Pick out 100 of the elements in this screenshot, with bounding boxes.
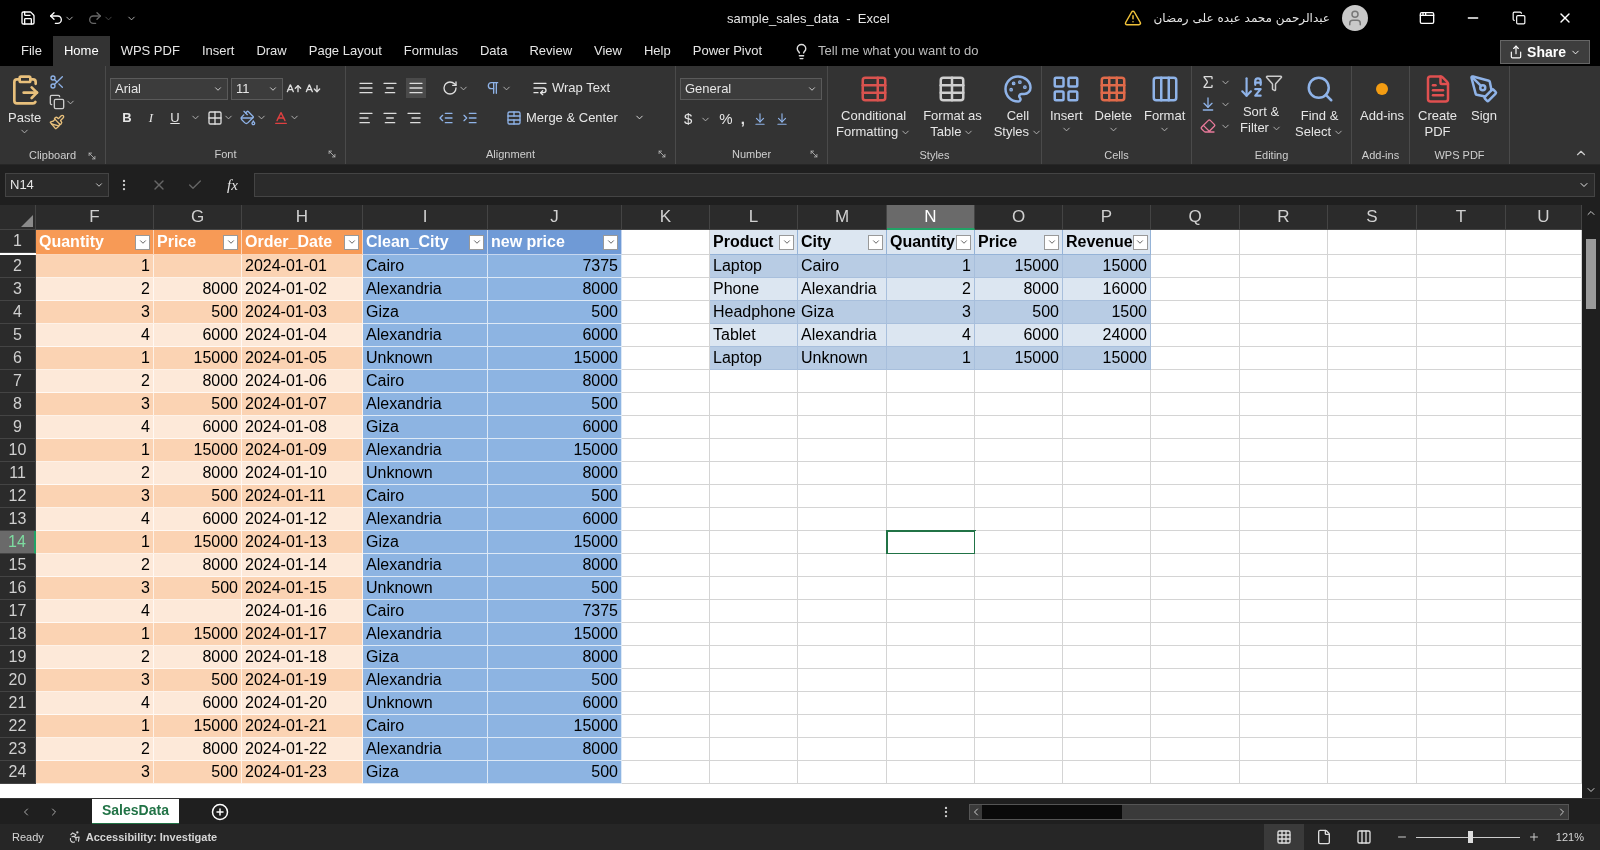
- restore-icon[interactable]: [1512, 11, 1526, 25]
- conditional-formatting-button[interactable]: Conditional Formatting: [832, 70, 916, 146]
- column-header[interactable]: J: [488, 205, 622, 230]
- eraser-icon[interactable]: [1200, 118, 1216, 134]
- row-header[interactable]: 1: [0, 230, 36, 253]
- undo-icon[interactable]: [48, 10, 64, 26]
- column-header[interactable]: O: [975, 205, 1063, 230]
- menu-tab[interactable]: Data: [468, 36, 519, 66]
- row-header[interactable]: 4: [0, 301, 36, 324]
- font-size-dropdown[interactable]: 11: [231, 78, 283, 100]
- row-header[interactable]: 18: [0, 623, 36, 646]
- sort-filter-button[interactable]: Sort & Filter: [1235, 70, 1287, 146]
- top-align-icon[interactable]: [358, 80, 374, 96]
- selected-cell[interactable]: [887, 531, 975, 554]
- column-header[interactable]: F: [36, 205, 154, 230]
- font-name-dropdown[interactable]: Arial: [110, 78, 228, 100]
- column-header[interactable]: S: [1328, 205, 1417, 230]
- column-header[interactable]: K: [622, 205, 710, 230]
- column-header[interactable]: N: [887, 205, 975, 230]
- add-ins-button[interactable]: Add-ins: [1356, 70, 1409, 146]
- menu-tab[interactable]: Draw: [245, 36, 298, 66]
- font-color-icon[interactable]: [273, 109, 289, 126]
- bottom-align-icon[interactable]: [408, 80, 424, 96]
- column-header[interactable]: T: [1417, 205, 1506, 230]
- format-button[interactable]: Format: [1140, 70, 1190, 146]
- normal-view-icon[interactable]: [1275, 829, 1292, 845]
- row-header[interactable]: 20: [0, 669, 36, 692]
- row-header[interactable]: 9: [0, 416, 36, 439]
- percent-button[interactable]: %: [719, 108, 733, 131]
- row-header[interactable]: 7: [0, 370, 36, 393]
- fill-icon[interactable]: [1200, 96, 1216, 112]
- zoom-in-icon[interactable]: [1527, 831, 1540, 843]
- pilcrow-icon[interactable]: [485, 80, 501, 96]
- row-header[interactable]: 12: [0, 485, 36, 508]
- column-header[interactable]: P: [1063, 205, 1151, 230]
- create-pdf-button[interactable]: Create PDF: [1414, 70, 1462, 146]
- save-icon[interactable]: [20, 10, 36, 26]
- column-header[interactable]: R: [1240, 205, 1328, 230]
- name-box[interactable]: N14: [5, 173, 109, 197]
- row-header[interactable]: 10: [0, 439, 36, 462]
- copy-icon[interactable]: [49, 94, 66, 110]
- avatar-icon[interactable]: [1342, 5, 1368, 31]
- fill-color-icon[interactable]: [240, 109, 256, 126]
- italic-button[interactable]: I: [142, 108, 160, 128]
- cut-icon[interactable]: [49, 74, 66, 90]
- formula-field[interactable]: [253, 173, 1595, 197]
- filter-dropdown[interactable]: [956, 234, 971, 250]
- row-header[interactable]: 19: [0, 646, 36, 669]
- format-as-table-button[interactable]: Format as Table: [919, 70, 986, 146]
- add-sheet-icon[interactable]: [210, 802, 229, 821]
- filter-dropdown[interactable]: [1132, 234, 1148, 250]
- column-header[interactable]: H: [242, 205, 363, 230]
- row-header[interactable]: 2: [0, 255, 36, 278]
- wrap-text-button[interactable]: Wrap Text: [532, 78, 611, 98]
- row-header[interactable]: 5: [0, 324, 36, 347]
- filter-dropdown[interactable]: [344, 234, 359, 250]
- filter-dropdown[interactable]: [223, 234, 238, 250]
- dialog-launcher-icon[interactable]: [809, 149, 819, 159]
- middle-align-icon[interactable]: [382, 80, 398, 96]
- merge-center-button[interactable]: Merge & Center: [506, 108, 645, 128]
- menu-tab[interactable]: Power Pivot: [681, 36, 774, 66]
- dialog-launcher-icon[interactable]: [327, 149, 337, 159]
- horizontal-scrollbar[interactable]: [968, 803, 1569, 820]
- format-painter-icon[interactable]: [49, 114, 66, 130]
- menu-tab[interactable]: Help: [633, 36, 682, 66]
- filter-dropdown[interactable]: [603, 234, 618, 250]
- dialog-launcher-icon[interactable]: [657, 149, 667, 159]
- column-header[interactable]: Q: [1151, 205, 1240, 230]
- number-format-dropdown[interactable]: General: [680, 78, 822, 100]
- row-header[interactable]: 15: [0, 554, 36, 577]
- menu-tab[interactable]: Formulas: [392, 36, 469, 66]
- sheet-tab[interactable]: SalesData: [92, 798, 179, 825]
- currency-button[interactable]: $: [684, 108, 693, 131]
- row-header[interactable]: 22: [0, 715, 36, 738]
- row-header[interactable]: 17: [0, 600, 36, 623]
- column-header[interactable]: G: [154, 205, 242, 230]
- scroll-thumb[interactable]: [981, 804, 1122, 819]
- page-layout-icon[interactable]: [1315, 829, 1332, 845]
- dialog-launcher-icon[interactable]: [87, 151, 97, 161]
- cell-styles-button[interactable]: Cell Styles: [989, 70, 1047, 146]
- column-header[interactable]: U: [1506, 205, 1582, 230]
- page-break-icon[interactable]: [1355, 829, 1372, 845]
- comma-button[interactable]: ,: [740, 108, 745, 131]
- row-header[interactable]: 8: [0, 393, 36, 416]
- paste-button[interactable]: Paste: [4, 70, 46, 146]
- menu-tab[interactable]: Home: [52, 36, 110, 66]
- ribbon-display-icon[interactable]: [1419, 10, 1435, 26]
- row-header[interactable]: 11: [0, 462, 36, 485]
- sign-button[interactable]: Sign: [1465, 70, 1504, 146]
- find-select-button[interactable]: Find & Select: [1291, 70, 1349, 146]
- filter-dropdown[interactable]: [469, 234, 484, 250]
- row-header[interactable]: 16: [0, 577, 36, 600]
- accessibility-button[interactable]: Accessibility: Investigate: [67, 828, 218, 846]
- row-header[interactable]: 24: [0, 761, 36, 784]
- menu-tab[interactable]: File: [10, 36, 53, 66]
- column-header[interactable]: I: [363, 205, 488, 230]
- filter-dropdown[interactable]: [868, 234, 883, 250]
- filter-dropdown[interactable]: [135, 234, 150, 250]
- insert-button[interactable]: Insert: [1046, 70, 1087, 146]
- menu-tab[interactable]: View: [583, 36, 633, 66]
